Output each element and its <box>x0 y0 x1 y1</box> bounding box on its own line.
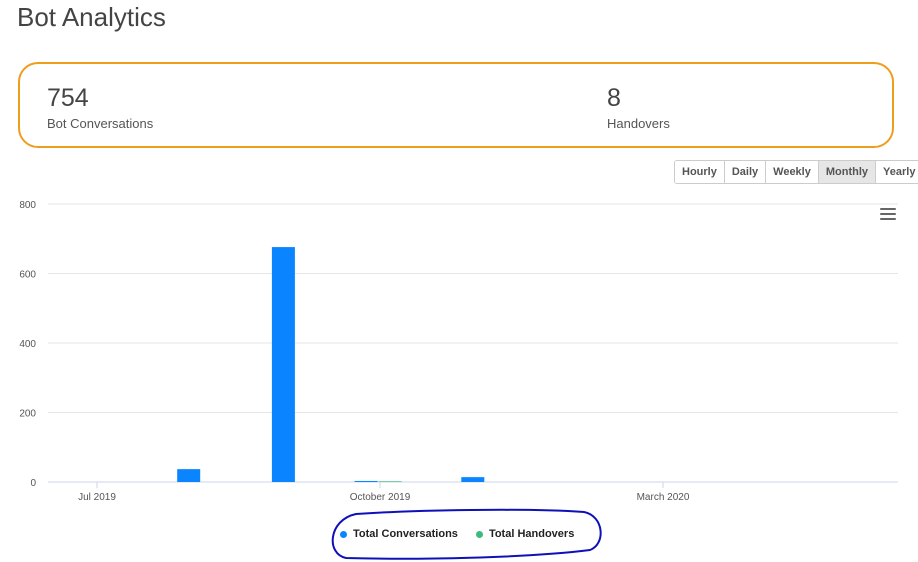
range-yearly-button[interactable]: Yearly <box>876 161 918 183</box>
bot-conversations-label: Bot Conversations <box>47 116 154 131</box>
y-tick-label: 800 <box>19 200 36 211</box>
y-tick-label: 600 <box>19 270 36 281</box>
y-tick-label: 0 <box>30 478 36 489</box>
x-tick-label: October 2019 <box>350 492 411 503</box>
legend-label-conversations: Total Conversations <box>353 528 458 540</box>
x-tick-label: Jul 2019 <box>78 492 116 503</box>
bot-conversations-value: 754 <box>47 84 89 112</box>
legend-label-handovers: Total Handovers <box>488 528 575 540</box>
x-tick-label: March 2020 <box>637 492 690 503</box>
bar-chart: 0 200 400 600 800 Jul 2019 October 2019 March 2… <box>19 200 898 503</box>
y-tick-label: 200 <box>19 409 36 420</box>
range-daily-button[interactable]: Daily <box>724 161 767 183</box>
handovers-bar[interactable] <box>378 481 402 482</box>
legend-item-handovers[interactable]: Total Handovers <box>475 528 575 540</box>
time-range-selector: Hourly Daily Weekly Monthly Yearly <box>674 160 918 184</box>
handovers-stat: 8 Handovers <box>607 84 670 131</box>
conversations-bar[interactable] <box>177 469 201 482</box>
range-hourly-button[interactable]: Hourly <box>675 161 725 183</box>
handovers-dot-icon <box>475 530 483 538</box>
handovers-value: 8 <box>607 84 621 112</box>
range-weekly-button[interactable]: Weekly <box>766 161 819 183</box>
bot-conversations-stat: 754 Bot Conversations <box>47 84 153 131</box>
legend-item-conversations[interactable]: Total Conversations <box>340 528 458 540</box>
chart-legend: Total Conversations Total Handovers <box>340 528 574 540</box>
conversations-bar[interactable] <box>271 247 295 482</box>
range-monthly-button[interactable]: Monthly <box>818 161 877 183</box>
y-tick-label: 400 <box>19 339 36 350</box>
stats-card: 754 Bot Conversations 8 Handovers <box>18 62 894 148</box>
conversations-bar[interactable] <box>354 480 378 482</box>
conversations-bar[interactable] <box>461 477 485 482</box>
handovers-label: Handovers <box>607 116 670 131</box>
page-title: Bot Analytics <box>17 2 166 32</box>
conversations-dot-icon <box>340 530 347 538</box>
